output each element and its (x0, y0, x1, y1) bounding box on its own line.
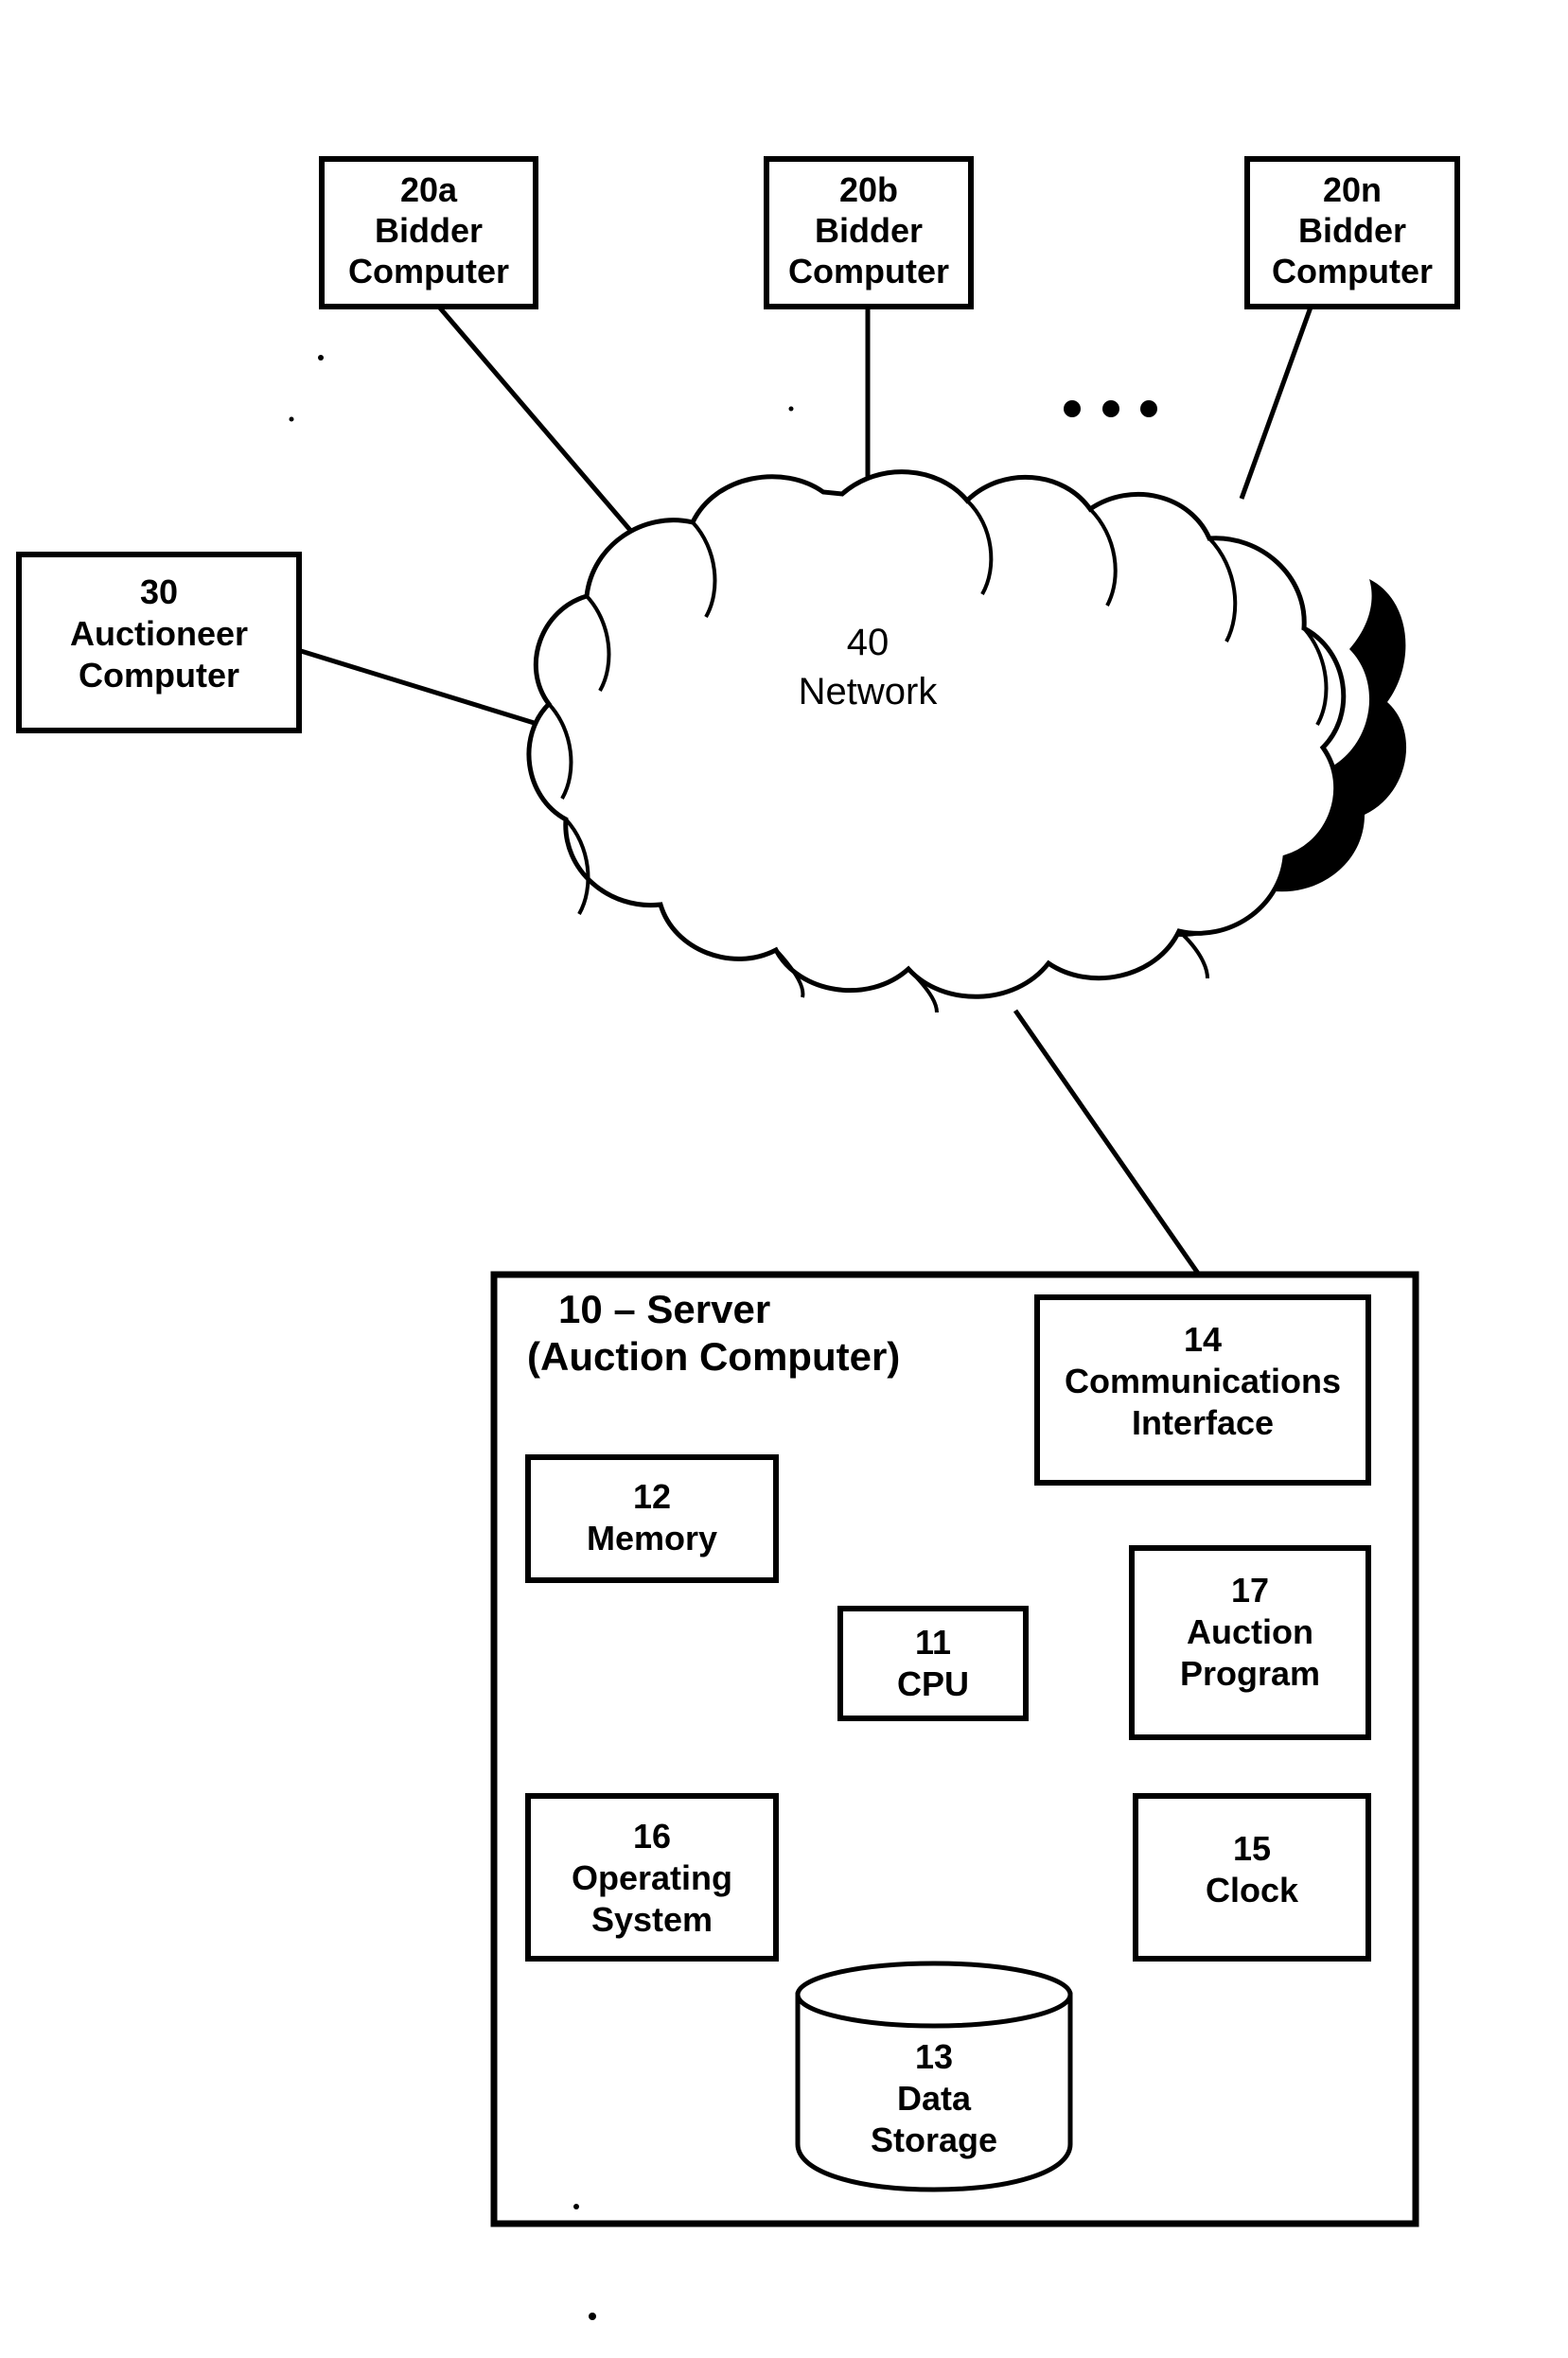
block-diagram-svg: 40 Network 20a Bidder Computer 20b Bidde… (16, 156, 1460, 2320)
network-ref-label: 40 (847, 622, 890, 663)
memory-line1-label: Memory (587, 1519, 717, 1557)
bidder-computer-20n[interactable]: 20n Bidder Computer (1244, 156, 1460, 309)
auction-program-17[interactable]: 17 Auction Program (1129, 1545, 1371, 1740)
auction-program-ref-label: 17 (1231, 1571, 1269, 1610)
operating-system-ref-label: 16 (633, 1817, 671, 1856)
bidder-computer-20b[interactable]: 20b Bidder Computer (764, 156, 974, 309)
bidder-b-line1-label: Bidder (815, 211, 923, 250)
bidder-a-ref-label: 20a (400, 170, 458, 209)
cpu-line1-label: CPU (897, 1664, 969, 1703)
operating-system-line1-label: Operating (572, 1858, 732, 1897)
auctioneer-ref-label: 30 (140, 572, 178, 611)
operating-system-line2-label: System (591, 1900, 713, 1939)
bidder-n-line1-label: Bidder (1298, 211, 1406, 250)
bidder-computer-20a[interactable]: 20a Bidder Computer (319, 156, 538, 309)
comm-interface-line2-label: Interface (1132, 1403, 1274, 1442)
network-name-label: Network (799, 671, 939, 713)
connector-auctioneer-to-network (300, 648, 569, 736)
communications-interface-14[interactable]: 14 Communications Interface (1034, 1294, 1371, 1486)
bidder-n-line2-label: Computer (1272, 252, 1433, 290)
memory-ref-label: 12 (633, 1477, 671, 1516)
bidder-b-line2-label: Computer (788, 252, 949, 290)
server-title-line2: (Auction Computer) (527, 1334, 900, 1379)
bidder-a-line1-label: Bidder (375, 211, 483, 250)
connector-network-to-comm-interface (1013, 1009, 1219, 1301)
bidder-b-ref-label: 20b (839, 170, 898, 209)
server-title-line1: 10 – Server (558, 1287, 770, 1331)
auctioneer-line1-label: Auctioneer (70, 614, 248, 653)
memory-12[interactable]: 12 Memory (525, 1454, 779, 1583)
figure-canvas: 40 Network 20a Bidder Computer 20b Bidde… (0, 0, 1568, 2358)
network-cloud[interactable]: 40 Network (526, 469, 1407, 1013)
clock-ref-label: 15 (1233, 1829, 1271, 1868)
clock-15[interactable]: 15 Clock (1133, 1793, 1371, 1962)
cpu-11[interactable]: 11 CPU (837, 1606, 1029, 1721)
auction-program-line1-label: Auction (1187, 1612, 1313, 1651)
clock-line1-label: Clock (1206, 1871, 1299, 1909)
auctioneer-line2-label: Computer (79, 656, 239, 695)
operating-system-16[interactable]: 16 Operating System (525, 1793, 779, 1962)
data-storage-cylinder-top (795, 1961, 1073, 2029)
auction-program-line2-label: Program (1180, 1654, 1320, 1693)
data-storage-line2-label: Storage (871, 2120, 997, 2159)
connector-bidder-n-to-network (1239, 304, 1314, 500)
comm-interface-line1-label: Communications (1065, 1362, 1341, 1400)
cpu-ref-label: 11 (915, 1623, 951, 1662)
bidder-n-ref-label: 20n (1323, 170, 1382, 209)
data-storage-13[interactable]: 13 Data Storage (795, 1961, 1073, 2192)
bidder-a-line2-label: Computer (348, 252, 509, 290)
data-storage-line1-label: Data (897, 2079, 972, 2118)
connector-bidder-a-to-network (435, 303, 664, 570)
data-storage-ref-label: 13 (915, 2037, 953, 2076)
auctioneer-computer-30[interactable]: 30 Auctioneer Computer (16, 552, 302, 733)
comm-interface-ref-label: 14 (1184, 1320, 1222, 1359)
ellipsis-icon (1064, 400, 1157, 417)
